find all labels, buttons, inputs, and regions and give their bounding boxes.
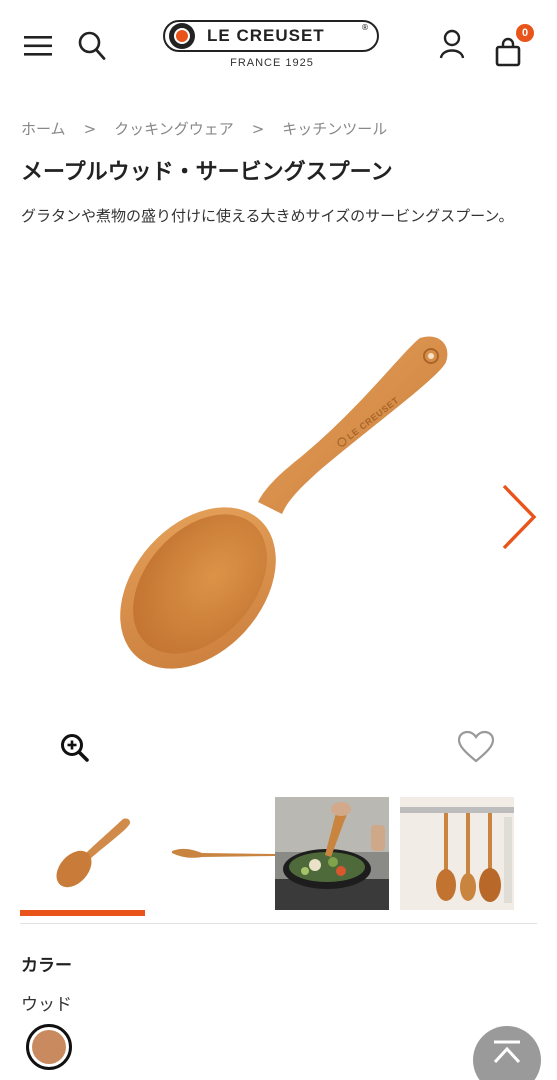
thumbnail-hanging-utensils[interactable] [400, 797, 514, 910]
color-value: ウッド [21, 995, 72, 1015]
thumbnail-hanging-utensils-image [400, 797, 514, 910]
color-swatch-fill [32, 1030, 66, 1064]
product-main-image[interactable]: LE CREUSET [20, 280, 537, 770]
search-button[interactable] [72, 26, 112, 66]
wishlist-button[interactable] [457, 730, 495, 764]
breadcrumb-item-home[interactable]: ホーム [21, 118, 66, 139]
account-button[interactable] [432, 24, 472, 64]
spoon-image: LE CREUSET [120, 336, 448, 669]
zoom-button[interactable] [60, 733, 90, 763]
gallery-next-button[interactable] [496, 484, 542, 550]
menu-button[interactable] [18, 26, 58, 66]
breadcrumb-item-kitchen-tools[interactable]: キッチンツール [282, 118, 387, 139]
account-icon [439, 29, 465, 59]
breadcrumb: ホーム > クッキングウェア > キッチンツール [21, 118, 387, 139]
thumbnail-strip [20, 797, 537, 917]
breadcrumb-separator: > [83, 119, 97, 138]
thumbnail-spoon-front-image [56, 818, 131, 888]
site-header: LE CREUSET ® FRANCE 1925 0 [0, 0, 557, 90]
active-thumbnail-indicator [20, 910, 145, 916]
brand-logo[interactable]: LE CREUSET ® FRANCE 1925 [163, 20, 381, 72]
thumbnail-spoon-front[interactable] [28, 797, 142, 910]
color-label: カラー [21, 956, 72, 976]
logo-subtitle: FRANCE 1925 [230, 57, 314, 69]
search-icon [78, 31, 106, 60]
logo-text: LE CREUSET [207, 26, 325, 45]
cart-count-badge: 0 [516, 24, 534, 42]
thumbnail-spoon-side[interactable] [170, 797, 284, 910]
chevron-right-icon [502, 484, 537, 550]
arrow-up-icon [493, 1040, 521, 1064]
heart-icon [457, 730, 495, 763]
thumbnail-spoon-side-image [172, 848, 276, 858]
thumbnail-cooking-scene-image [275, 797, 389, 910]
logo-mark-icon [169, 23, 195, 49]
product-title: メープルウッド・サービングスプーン [21, 160, 393, 185]
product-description: グラタンや煮物の盛り付けに使える大きめサイズのサービングスプーン。 [21, 207, 514, 225]
breadcrumb-item-cookware[interactable]: クッキングウェア [114, 118, 234, 139]
cart-button[interactable]: 0 [488, 24, 534, 70]
divider [20, 923, 537, 924]
thumbnail-cooking-scene[interactable] [275, 797, 389, 910]
menu-icon [24, 36, 52, 56]
registered-mark-icon: ® [361, 23, 369, 32]
back-to-top-button[interactable] [473, 1026, 541, 1080]
cart-icon [495, 37, 521, 67]
breadcrumb-separator: > [251, 119, 265, 138]
logo-badge: LE CREUSET ® [163, 20, 379, 52]
zoom-in-icon [61, 734, 89, 762]
color-swatch-wood[interactable] [26, 1024, 72, 1070]
